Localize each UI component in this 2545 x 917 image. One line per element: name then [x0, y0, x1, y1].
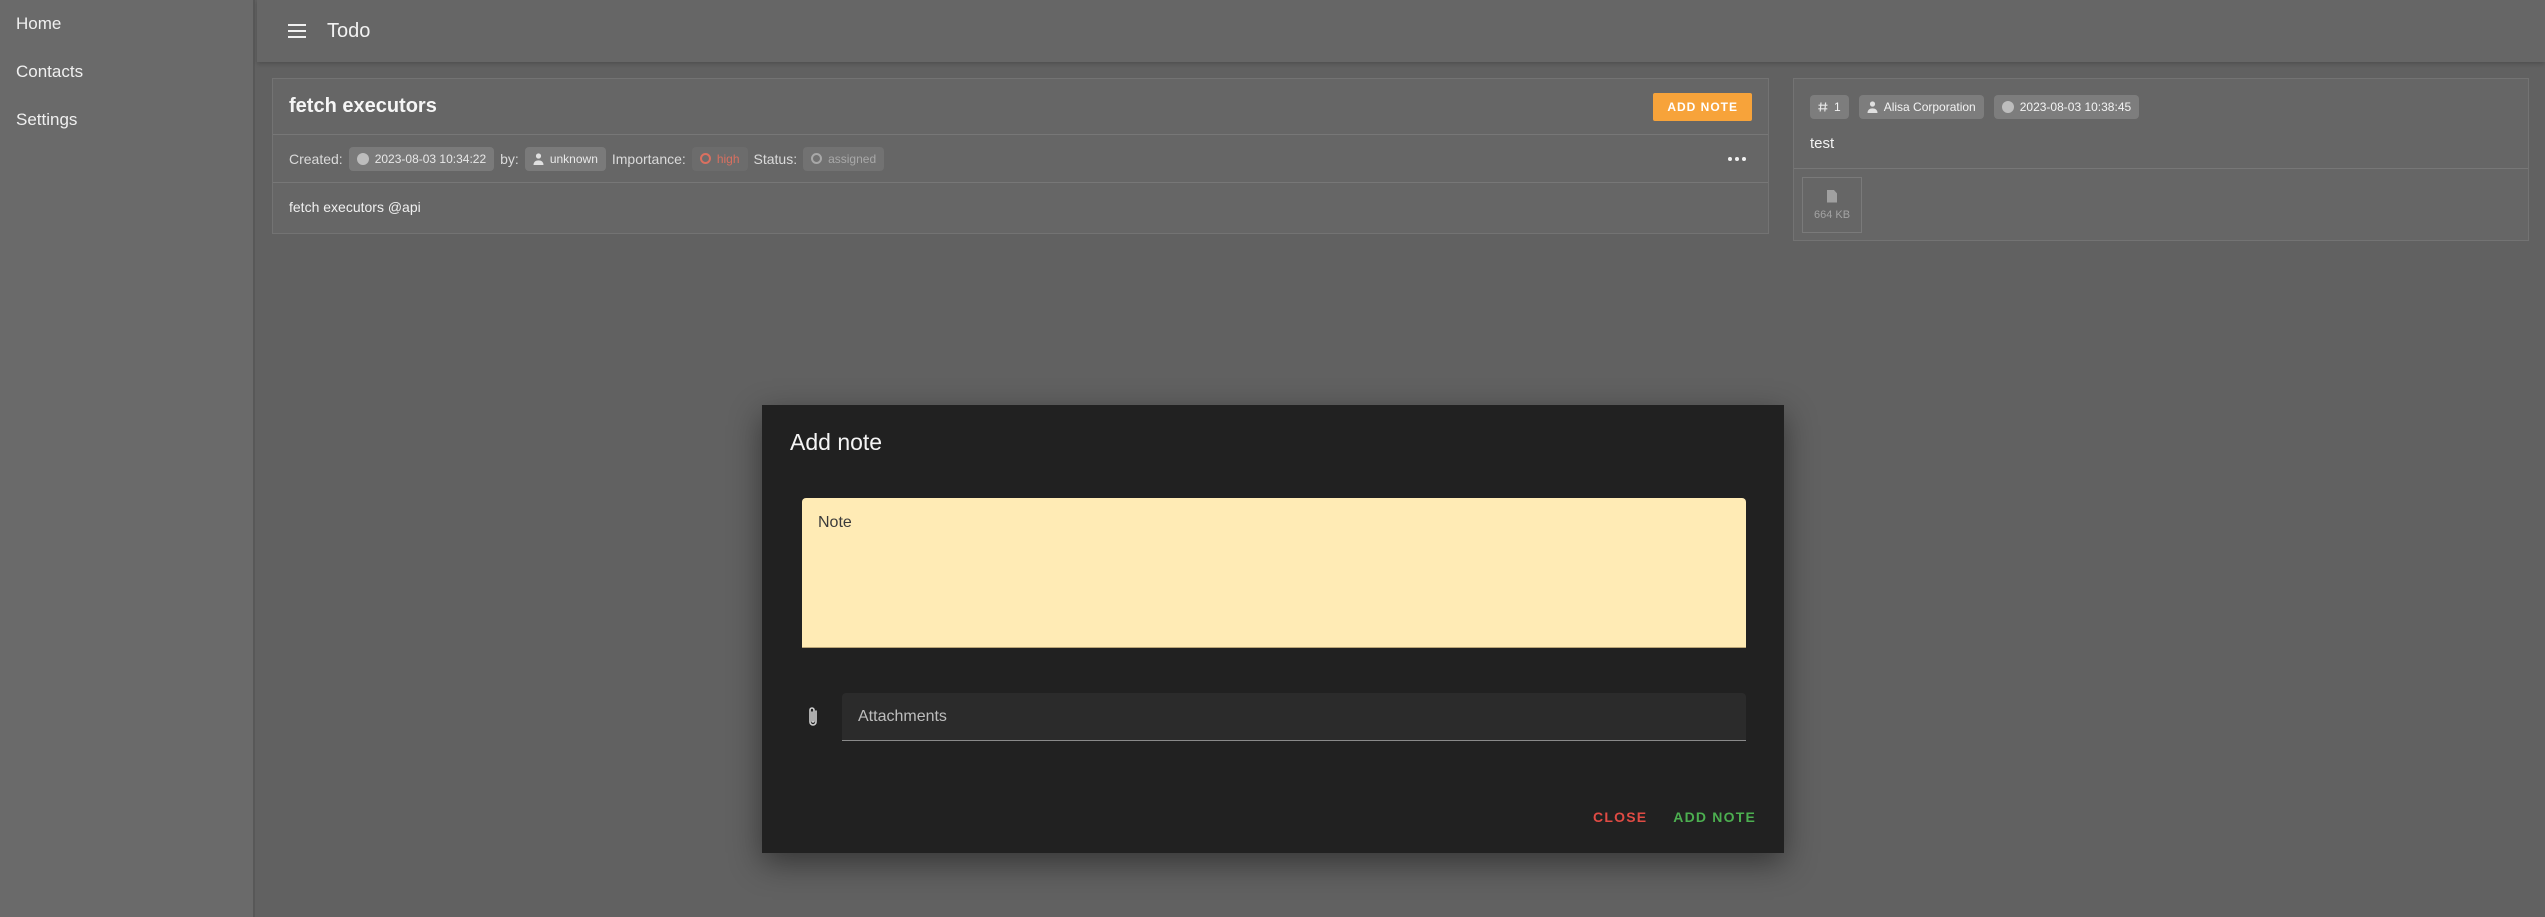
file-icon: [1827, 189, 1837, 203]
note-textarea[interactable]: [818, 538, 1730, 638]
sidebar-item-settings[interactable]: Settings: [0, 96, 253, 144]
importance-label: Importance:: [611, 150, 686, 167]
attachments-input[interactable]: Attachments: [842, 693, 1746, 741]
clock-icon: [356, 152, 369, 165]
todo-description: fetch executors @api: [289, 199, 421, 215]
app-bar: Todo: [257, 0, 2545, 62]
sidebar-item-label: Settings: [16, 110, 78, 129]
status-icon: [811, 153, 823, 164]
note-chips: 1 Alisa Corporation 2023-08-03 10:38:45: [1810, 95, 2512, 119]
attachment-tile[interactable]: 664 KB: [1802, 177, 1862, 233]
add-note-button[interactable]: ADD NOTE: [1653, 92, 1752, 121]
page-title: Todo: [327, 19, 371, 42]
note-author: Alisa Corporation: [1883, 100, 1976, 114]
created-label: Created:: [289, 150, 343, 167]
created-chip: 2023-08-03 10:34:22: [348, 146, 495, 171]
todo-card: fetch executors ADD NOTE Created: 2023-0…: [272, 78, 1769, 234]
more-options-icon[interactable]: [1722, 151, 1752, 167]
dialog-actions: CLOSE ADD NOTE: [1593, 809, 1756, 825]
attachment-size: 664 KB: [1813, 208, 1851, 221]
note-author-chip: Alisa Corporation: [1858, 95, 1984, 119]
person-icon: [1867, 101, 1878, 113]
sidebar: Home Contacts Settings: [0, 0, 255, 917]
note-id-chip: 1: [1810, 95, 1849, 119]
menu-bar: [288, 24, 306, 26]
status-value: assigned: [828, 151, 877, 166]
menu-bar: [288, 30, 306, 32]
sidebar-item-label: Home: [16, 14, 62, 33]
sidebar-item-home[interactable]: Home: [0, 0, 253, 48]
created-value: 2023-08-03 10:34:22: [374, 151, 487, 166]
more-dot: [1735, 156, 1739, 161]
more-dot: [1742, 156, 1746, 161]
sidebar-item-contacts[interactable]: Contacts: [0, 48, 253, 96]
add-note-dialog: Add note Note Attachments CLOSE ADD NOTE: [762, 405, 1784, 853]
sidebar-item-label: Contacts: [16, 62, 84, 81]
clock-icon: [2001, 101, 2014, 113]
author-value: unknown: [549, 151, 598, 166]
author-chip: unknown: [524, 146, 606, 171]
note-time-chip: 2023-08-03 10:38:45: [1993, 95, 2140, 119]
note-card: 1 Alisa Corporation 2023-08-03 10:38:45 …: [1793, 78, 2529, 241]
note-id: 1: [1834, 100, 1841, 114]
person-icon: [533, 152, 544, 165]
menu-icon[interactable]: [277, 11, 317, 51]
note-header: 1 Alisa Corporation 2023-08-03 10:38:45 …: [1794, 79, 2528, 169]
note-field-label: Note: [818, 514, 852, 531]
todo-card-header: fetch executors ADD NOTE: [273, 79, 1768, 135]
confirm-add-note-button[interactable]: ADD NOTE: [1673, 809, 1756, 825]
close-button[interactable]: CLOSE: [1593, 809, 1647, 825]
note-text: test: [1810, 135, 1835, 152]
note-timestamp: 2023-08-03 10:38:45: [2019, 100, 2132, 114]
paperclip-icon[interactable]: [804, 705, 822, 729]
note-field[interactable]: Note: [802, 498, 1746, 648]
more-dot: [1728, 156, 1732, 161]
todo-meta: Created: 2023-08-03 10:34:22 by: unknown…: [273, 135, 1768, 183]
status-chip[interactable]: assigned: [803, 146, 885, 171]
importance-chip[interactable]: high: [691, 146, 748, 171]
hash-icon: [1818, 102, 1828, 112]
menu-bar: [288, 36, 306, 38]
importance-icon: [699, 153, 711, 164]
by-label: by:: [500, 150, 519, 167]
importance-value: high: [716, 151, 740, 166]
status-label: Status:: [753, 150, 798, 167]
todo-title: fetch executors: [289, 95, 437, 117]
dialog-title: Add note: [790, 429, 883, 455]
